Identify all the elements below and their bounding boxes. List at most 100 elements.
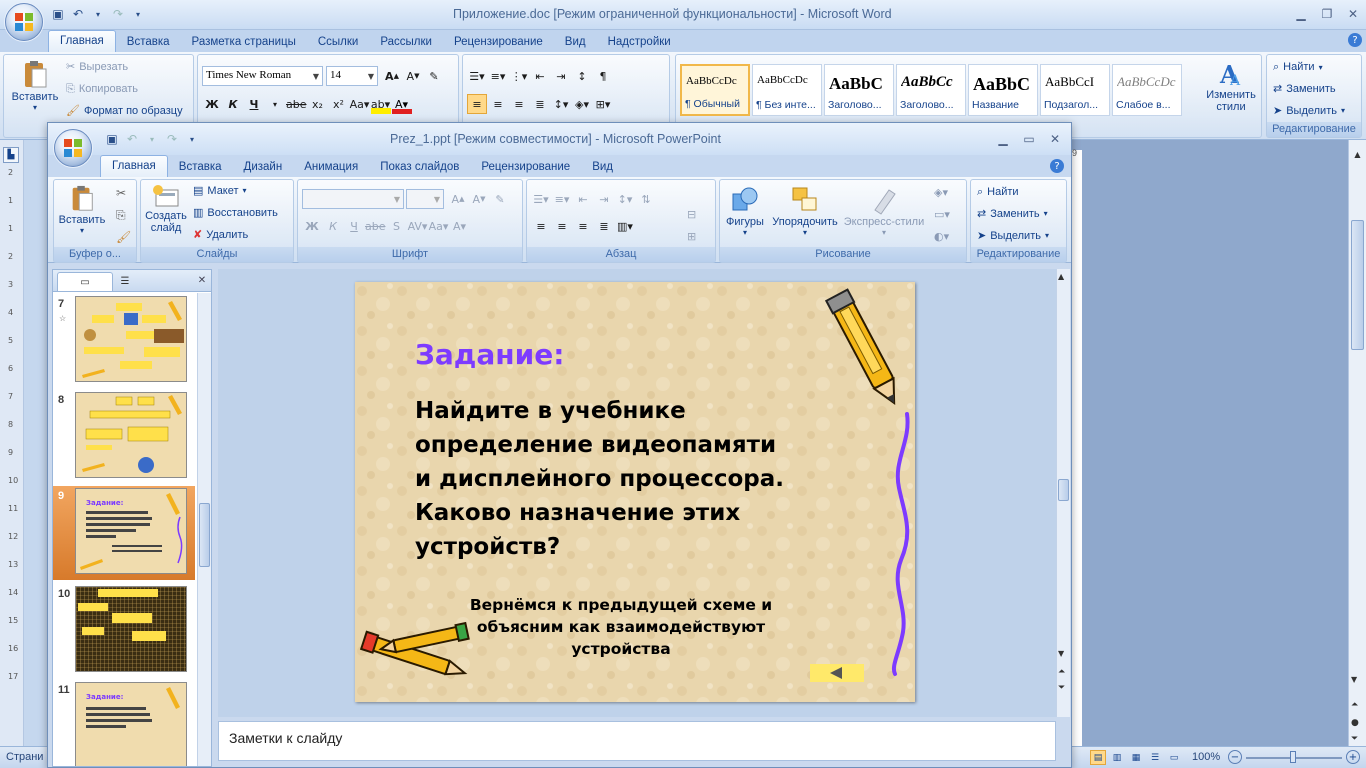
show-marks-icon[interactable]: ¶ — [593, 66, 613, 86]
italic-icon[interactable]: К — [223, 94, 243, 114]
highlight-icon[interactable]: ab▾ — [370, 94, 391, 114]
slide-thumbnail-row[interactable]: 11 Задание: — [53, 680, 195, 766]
outline-tab-icon[interactable]: ☰ — [117, 273, 133, 289]
borders-icon[interactable]: ⊞▾ — [593, 94, 613, 114]
align-left-icon[interactable]: ≡ — [531, 216, 551, 236]
bold-icon[interactable]: Ж — [202, 94, 222, 114]
current-slide[interactable]: Задание: Найдите в учебнике определение … — [355, 282, 915, 702]
underline-icon[interactable]: Ч — [244, 94, 264, 114]
minimize-icon[interactable]: ▁ — [1288, 4, 1314, 24]
strikethrough-icon[interactable]: abe — [286, 94, 307, 114]
layout-button[interactable]: ▤ Макет ▾ — [193, 184, 247, 197]
undo-icon[interactable]: ↶ — [70, 6, 86, 22]
quick-styles-button[interactable]: Экспресс-стили ▾ — [842, 184, 926, 237]
save-icon[interactable]: ▣ — [104, 131, 120, 147]
numbering-icon[interactable]: ≡▾ — [488, 66, 508, 86]
style-gallery-item[interactable]: AaBbC Заголово... — [824, 64, 894, 116]
shadow-icon[interactable]: S — [387, 216, 407, 236]
ppt-help-icon[interactable]: ? — [1050, 159, 1064, 173]
shrink-font-icon[interactable]: A ▼ — [403, 66, 423, 86]
slide-thumbnail[interactable]: Задание: — [75, 682, 187, 766]
ppt-office-button[interactable] — [54, 129, 92, 167]
new-slide-button[interactable]: Создать слайд — [143, 184, 189, 234]
save-icon[interactable]: ▣ — [50, 6, 66, 22]
font-color-icon[interactable]: A▾ — [391, 94, 412, 114]
grow-font-icon[interactable]: A ▲ — [448, 189, 468, 209]
ppt-tab[interactable]: Главная — [100, 155, 168, 177]
word-tab[interactable]: Рассылки — [369, 32, 443, 52]
smartart-icon[interactable]: ⊞ — [687, 230, 696, 243]
browse-object-icon[interactable]: ● — [1351, 718, 1359, 728]
brush-icon[interactable]: 🖌 — [116, 230, 131, 244]
slide-thumbnail[interactable] — [75, 586, 187, 672]
increase-indent-icon[interactable]: ⇥ — [594, 189, 614, 209]
shapes-button[interactable]: Фигуры ▾ — [722, 184, 768, 237]
font-name-combo[interactable]: Times New Roman ▼ — [202, 66, 323, 86]
columns-icon[interactable]: ▥▾ — [615, 216, 635, 236]
shrink-font-icon[interactable]: A ▼ — [469, 189, 489, 209]
restore-icon[interactable]: ❐ — [1314, 4, 1340, 24]
slide-heading[interactable]: Задание: — [415, 338, 564, 371]
next-page-icon[interactable]: ⏷ — [1351, 734, 1358, 744]
subscript-icon[interactable]: x₂ — [308, 94, 328, 114]
word-tab[interactable]: Главная — [48, 30, 116, 52]
align-text-icon[interactable]: ⊟ — [687, 208, 696, 221]
notes-pane[interactable]: Заметки к слайду — [218, 721, 1056, 761]
slide-footer-text[interactable]: Вернёмся к предыдущей схеме и объясним к… — [455, 594, 787, 660]
change-case-icon[interactable]: Aa▾ — [350, 94, 370, 114]
ppt-select-button[interactable]: ➤ Выделить ▾ — [977, 229, 1049, 242]
slide-thumbnail[interactable]: Задание: — [75, 488, 187, 574]
word-replace-button[interactable]: ⇄ Заменить — [1273, 82, 1336, 95]
ppt-tab[interactable]: Анимация — [293, 157, 369, 177]
undo-icon[interactable]: ↶ — [124, 131, 140, 147]
style-gallery-item[interactable]: AaBbCc Заголово... — [896, 64, 966, 116]
scroll-up-icon[interactable]: ▲ — [1351, 148, 1364, 161]
word-tab[interactable]: Вид — [554, 32, 597, 52]
word-tab[interactable]: Ссылки — [307, 32, 370, 52]
full-screen-reading-icon[interactable]: ▥ — [1109, 750, 1125, 765]
scroll-down-icon[interactable]: ▼ — [1351, 675, 1357, 684]
align-right-icon[interactable]: ≡ — [509, 94, 529, 114]
customize-qat-icon[interactable]: ▾ — [184, 131, 200, 147]
slide-thumbnail-row[interactable]: 10 — [53, 584, 195, 678]
slide-thumbnail[interactable] — [75, 392, 187, 478]
line-spacing-icon[interactable]: ↕▾ — [551, 94, 571, 114]
outline-icon[interactable]: ☰ — [1147, 750, 1163, 765]
superscript-icon[interactable]: x² — [329, 94, 349, 114]
undo-dropdown-icon[interactable]: ▾ — [144, 131, 160, 147]
align-center-icon[interactable]: ≡ — [552, 216, 572, 236]
slide-thumbnail-row[interactable]: 8 — [53, 390, 195, 484]
ppt-tab[interactable]: Дизайн — [233, 157, 294, 177]
style-gallery-item[interactable]: AaBbCcDc ¶ Без инте... — [752, 64, 822, 116]
underline-icon[interactable]: Ч — [344, 216, 364, 236]
justify-icon[interactable]: ≣ — [594, 216, 614, 236]
prev-page-icon[interactable]: ⏶ — [1351, 700, 1358, 710]
zoom-slider-thumb[interactable] — [1290, 751, 1296, 763]
strikethrough-icon[interactable]: abe — [365, 216, 386, 236]
decrease-indent-icon[interactable]: ⇤ — [573, 189, 593, 209]
back-action-button[interactable] — [810, 664, 864, 682]
undo-dropdown-icon[interactable]: ▾ — [90, 6, 106, 22]
slide-thumbnail-row-selected[interactable]: 9 Задание: — [53, 486, 195, 580]
decrease-indent-icon[interactable]: ⇤ — [530, 66, 550, 86]
redo-icon[interactable]: ↷ — [110, 6, 126, 22]
restore-icon[interactable]: ▭ — [1016, 129, 1042, 149]
word-tab[interactable]: Вставка — [116, 32, 181, 52]
style-gallery-item[interactable]: AaBbCcDc Слабое в... — [1112, 64, 1182, 116]
align-center-icon[interactable]: ≡ — [488, 94, 508, 114]
word-find-button[interactable]: ⌕ Найти ▾ — [1273, 60, 1323, 74]
zoom-out-icon[interactable]: − — [1228, 750, 1242, 764]
print-layout-icon[interactable]: ▤ — [1090, 750, 1106, 765]
clear-format-icon[interactable]: ✎ — [490, 189, 510, 209]
style-gallery-item[interactable]: AaBbCcDc ¶ Обычный — [680, 64, 750, 116]
redo-icon[interactable]: ↷ — [164, 131, 180, 147]
char-spacing-icon[interactable]: AV▾ — [408, 216, 428, 236]
scissors-icon[interactable]: ✂ — [116, 186, 126, 200]
ppt-paste-button[interactable]: Вставить ▾ — [56, 184, 108, 235]
copy-icon[interactable]: ⎘ — [116, 208, 126, 223]
cut-button[interactable]: ✂ Вырезать — [66, 60, 128, 73]
reset-button[interactable]: ▥ Восстановить — [193, 206, 278, 219]
slide-thumbnail[interactable] — [75, 296, 187, 382]
ppt-tab[interactable]: Показ слайдов — [369, 157, 470, 177]
text-direction-icon[interactable]: ⇅ — [636, 189, 656, 209]
